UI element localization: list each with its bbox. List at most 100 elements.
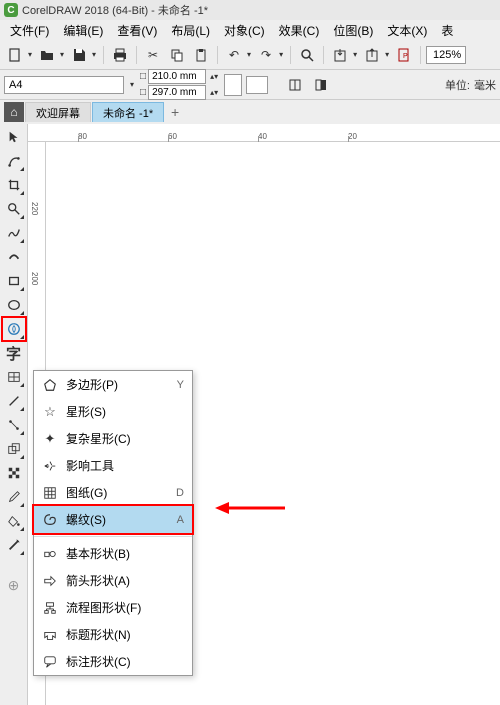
open-dropdown[interactable]: ▾ — [58, 50, 66, 59]
connector-tool[interactable] — [3, 414, 25, 436]
standard-toolbar: ▾ ▾ ▾ ✂ ↶ ▾ ↷ ▾ ▾ ▾ P 125% — [0, 40, 500, 70]
flyout-impact[interactable]: 影响工具 — [34, 452, 192, 479]
table-tool[interactable] — [3, 366, 25, 388]
cut-button[interactable]: ✂ — [142, 44, 164, 66]
ruler-tick: 40 — [258, 132, 267, 141]
impact-icon — [42, 458, 58, 474]
unit-select[interactable]: 毫米 — [474, 77, 496, 93]
outline-tool[interactable] — [3, 534, 25, 556]
shape-tool[interactable] — [3, 150, 25, 172]
redo-dropdown[interactable]: ▾ — [277, 50, 285, 59]
flyout-label: 多边形(P) — [66, 376, 169, 393]
flyout-arrow-shapes[interactable]: 箭头形状(A) — [34, 567, 192, 594]
menu-text[interactable]: 文本(X) — [381, 20, 433, 41]
dimension-tool[interactable] — [3, 390, 25, 412]
zoom-tool[interactable] — [3, 198, 25, 220]
ruler-tick: 200 — [30, 272, 39, 285]
import-button[interactable] — [329, 44, 351, 66]
tab-document[interactable]: 未命名 -1* — [92, 102, 164, 122]
freehand-tool[interactable] — [3, 222, 25, 244]
portrait-button[interactable] — [224, 74, 242, 96]
paper-size-select[interactable]: A4 — [4, 76, 124, 94]
tab-add-button[interactable]: + — [165, 102, 185, 122]
page-layout-icon-2[interactable] — [310, 74, 332, 96]
svg-text:P: P — [403, 53, 408, 60]
eyedropper-tool[interactable] — [3, 486, 25, 508]
titlebar: C CorelDRAW 2018 (64-Bit) - 未命名 -1* — [0, 0, 500, 20]
open-button[interactable] — [36, 44, 58, 66]
height-spinner[interactable]: ▴▾ — [208, 88, 220, 97]
menu-object[interactable]: 对象(C) — [218, 20, 271, 41]
page-width-input[interactable]: 210.0 mm — [148, 69, 206, 84]
crop-tool[interactable] — [3, 174, 25, 196]
menu-effect[interactable]: 效果(C) — [273, 20, 326, 41]
menu-file[interactable]: 文件(F) — [4, 20, 55, 41]
copy-button[interactable] — [166, 44, 188, 66]
page-layout-icon-1[interactable] — [284, 74, 306, 96]
menu-layout[interactable]: 布局(L) — [165, 20, 216, 41]
flyout-banner-shapes[interactable]: 标题形状(N) — [34, 621, 192, 648]
callout-icon — [42, 654, 58, 670]
arrow-shape-icon — [42, 573, 58, 589]
flyout-polygon[interactable]: 多边形(P) Y — [34, 371, 192, 398]
menu-table[interactable]: 表 — [435, 20, 459, 41]
document-tabs: ⌂ 欢迎屏幕 未命名 -1* + — [0, 100, 500, 124]
effects-tool[interactable] — [3, 438, 25, 460]
flyout-spiral[interactable]: 螺纹(S) A — [34, 506, 192, 533]
flyout-label: 标注形状(C) — [66, 653, 184, 670]
app-icon: C — [4, 3, 18, 17]
save-button[interactable] — [68, 44, 90, 66]
flyout-complex-star[interactable]: ✦ 复杂星形(C) — [34, 425, 192, 452]
flyout-separator — [34, 536, 192, 537]
import-dropdown[interactable]: ▾ — [351, 50, 359, 59]
property-bar: A4 ▾ □ 210.0 mm ▴▾ □ 297.0 mm ▴▾ 单位: 毫米 — [0, 70, 500, 100]
page-height-input[interactable]: 297.0 mm — [148, 85, 206, 100]
pick-tool[interactable] — [3, 126, 25, 148]
undo-button[interactable]: ↶ — [223, 44, 245, 66]
fill-tool[interactable] — [3, 510, 25, 532]
paste-button[interactable] — [190, 44, 212, 66]
flyout-label: 标题形状(N) — [66, 626, 184, 643]
home-tab[interactable]: ⌂ — [4, 102, 24, 122]
flyout-graph-paper[interactable]: 图纸(G) D — [34, 479, 192, 506]
menubar: 文件(F) 编辑(E) 查看(V) 布局(L) 对象(C) 效果(C) 位图(B… — [0, 20, 500, 40]
flyout-callout-shapes[interactable]: 标注形状(C) — [34, 648, 192, 675]
export-button[interactable] — [361, 44, 383, 66]
ruler-tick: 220 — [30, 202, 39, 215]
new-dropdown[interactable]: ▾ — [26, 50, 34, 59]
ruler-horizontal[interactable]: 80 60 40 20 — [28, 124, 500, 142]
star-icon: ☆ — [42, 404, 58, 420]
landscape-button[interactable] — [246, 76, 268, 94]
text-tool[interactable]: 字 — [3, 342, 25, 364]
artistic-media-tool[interactable] — [3, 246, 25, 268]
flyout-label: 影响工具 — [66, 457, 176, 474]
menu-edit[interactable]: 编辑(E) — [57, 20, 109, 41]
undo-dropdown[interactable]: ▾ — [245, 50, 253, 59]
save-dropdown[interactable]: ▾ — [90, 50, 98, 59]
redo-button[interactable]: ↷ — [255, 44, 277, 66]
flyout-label: 箭头形状(A) — [66, 572, 184, 589]
tab-welcome[interactable]: 欢迎屏幕 — [25, 102, 91, 122]
polygon-tool[interactable] — [3, 318, 25, 340]
menu-bitmap[interactable]: 位图(B) — [327, 20, 379, 41]
export-dropdown[interactable]: ▾ — [383, 50, 391, 59]
add-tool[interactable]: ⊕ — [3, 574, 25, 596]
search-button[interactable] — [296, 44, 318, 66]
paper-dropdown[interactable]: ▾ — [128, 80, 136, 89]
polygon-flyout-menu: 多边形(P) Y ☆ 星形(S) ✦ 复杂星形(C) 影响工具 图纸(G) D … — [33, 370, 193, 676]
transparency-tool[interactable] — [3, 462, 25, 484]
publish-button[interactable]: P — [393, 44, 415, 66]
flyout-flowchart-shapes[interactable]: 流程图形状(F) — [34, 594, 192, 621]
flyout-basic-shapes[interactable]: 基本形状(B) — [34, 540, 192, 567]
width-spinner[interactable]: ▴▾ — [208, 72, 220, 81]
print-button[interactable] — [109, 44, 131, 66]
menu-view[interactable]: 查看(V) — [111, 20, 163, 41]
flyout-star[interactable]: ☆ 星形(S) — [34, 398, 192, 425]
flyout-label: 基本形状(B) — [66, 545, 184, 562]
new-button[interactable] — [4, 44, 26, 66]
rectangle-tool[interactable] — [3, 270, 25, 292]
annotation-arrow — [215, 498, 285, 518]
flyout-shortcut: D — [176, 487, 184, 499]
zoom-level-input[interactable]: 125% — [426, 46, 466, 64]
ellipse-tool[interactable] — [3, 294, 25, 316]
